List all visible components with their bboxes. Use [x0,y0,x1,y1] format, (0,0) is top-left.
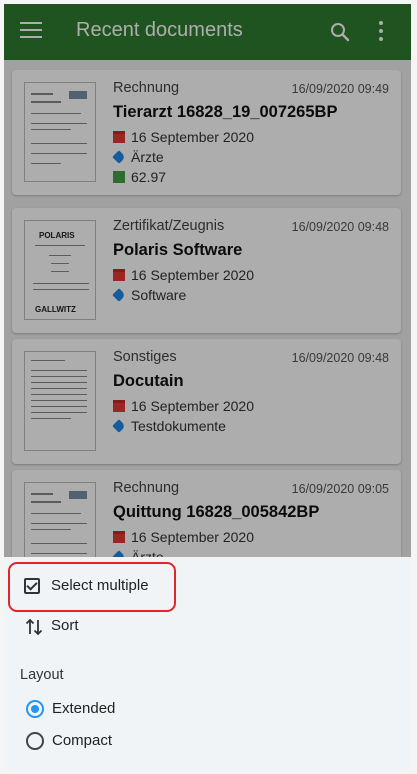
app-frame: Recent documents Rechnung 16/09/2020 09:… [4,4,411,770]
layout-section-title: Layout [20,667,64,683]
radio-compact[interactable] [26,732,44,750]
radio-compact-label[interactable]: Compact [52,732,112,749]
radio-extended[interactable] [26,700,44,718]
sort-option[interactable]: Sort [4,609,411,645]
sort-icon [25,618,43,636]
radio-extended-label[interactable]: Extended [52,700,115,717]
checkbox-icon [24,578,40,594]
sort-label: Sort [51,617,79,634]
select-multiple-option[interactable]: Select multiple [4,569,411,605]
modal-scrim[interactable] [4,4,411,557]
bottom-sheet: Select multiple Sort Layout Extended Com… [4,557,411,770]
select-multiple-label: Select multiple [51,577,149,594]
